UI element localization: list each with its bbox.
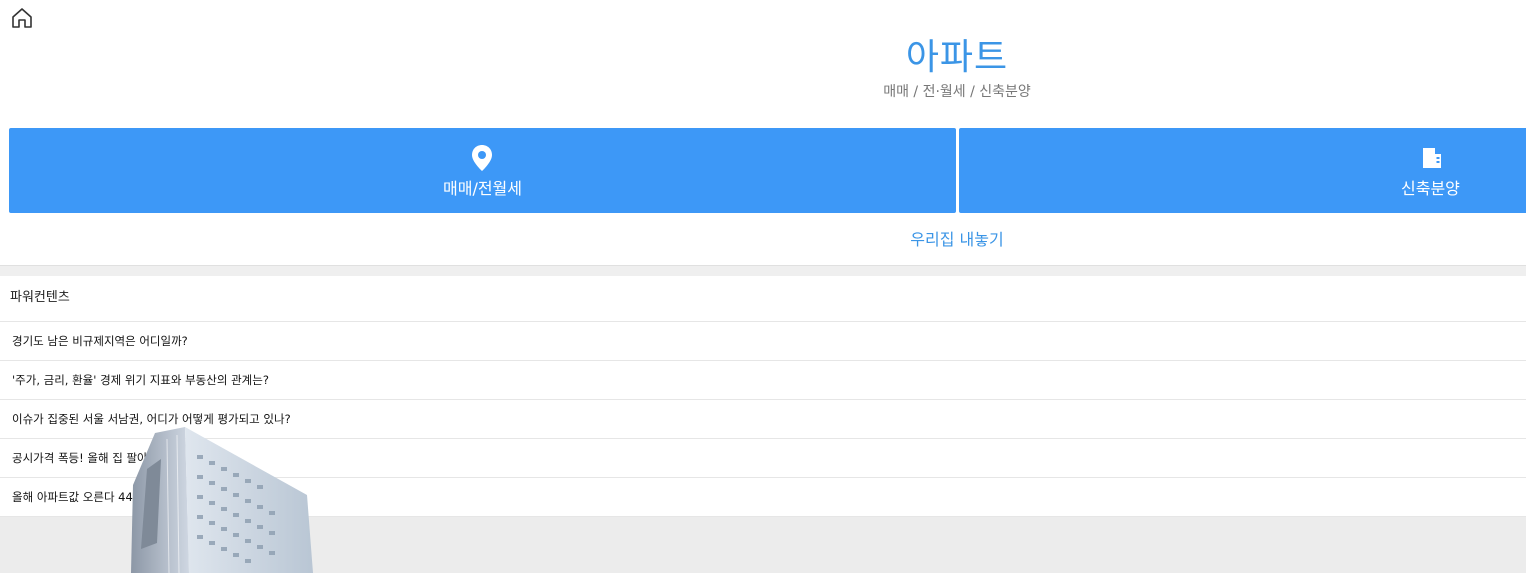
list-my-house-link[interactable]: 우리집 내놓기 [0, 229, 1526, 251]
home-icon[interactable] [10, 6, 34, 30]
new-presale-label: 신축분양 [1401, 179, 1460, 198]
page-title: 아파트 [905, 37, 1009, 78]
list-item[interactable]: 경기도 남은 비규제지역은 어디일까? [0, 322, 1526, 361]
list-item-text: 경기도 남은 비규제지역은 어디일까? [12, 334, 188, 348]
apartment-building-image [127, 425, 317, 573]
section-divider [0, 265, 1526, 276]
list-item-text: 올해 아파트값 오른다 44 [12, 490, 133, 504]
list-item[interactable]: '주가, 금리, 환율' 경제 위기 지표와 부동산의 관계는? [0, 361, 1526, 400]
building-icon [1421, 144, 1443, 174]
sale-rent-button[interactable]: 매매/전월세 [9, 128, 956, 213]
power-contents-title: 파워컨텐츠 [10, 290, 70, 305]
new-presale-button[interactable]: 신축분양 [959, 128, 1526, 213]
location-pin-icon [470, 144, 494, 176]
page: 아파트 매매 / 전·월세 / 신축분양 매매/전월세 신축분양 우리집 내놓기… [0, 0, 1526, 573]
sale-rent-label: 매매/전월세 [443, 179, 522, 198]
list-item-text: '주가, 금리, 환율' 경제 위기 지표와 부동산의 관계는? [12, 373, 269, 387]
page-subtitle: 매매 / 전·월세 / 신축분양 [883, 84, 1031, 100]
